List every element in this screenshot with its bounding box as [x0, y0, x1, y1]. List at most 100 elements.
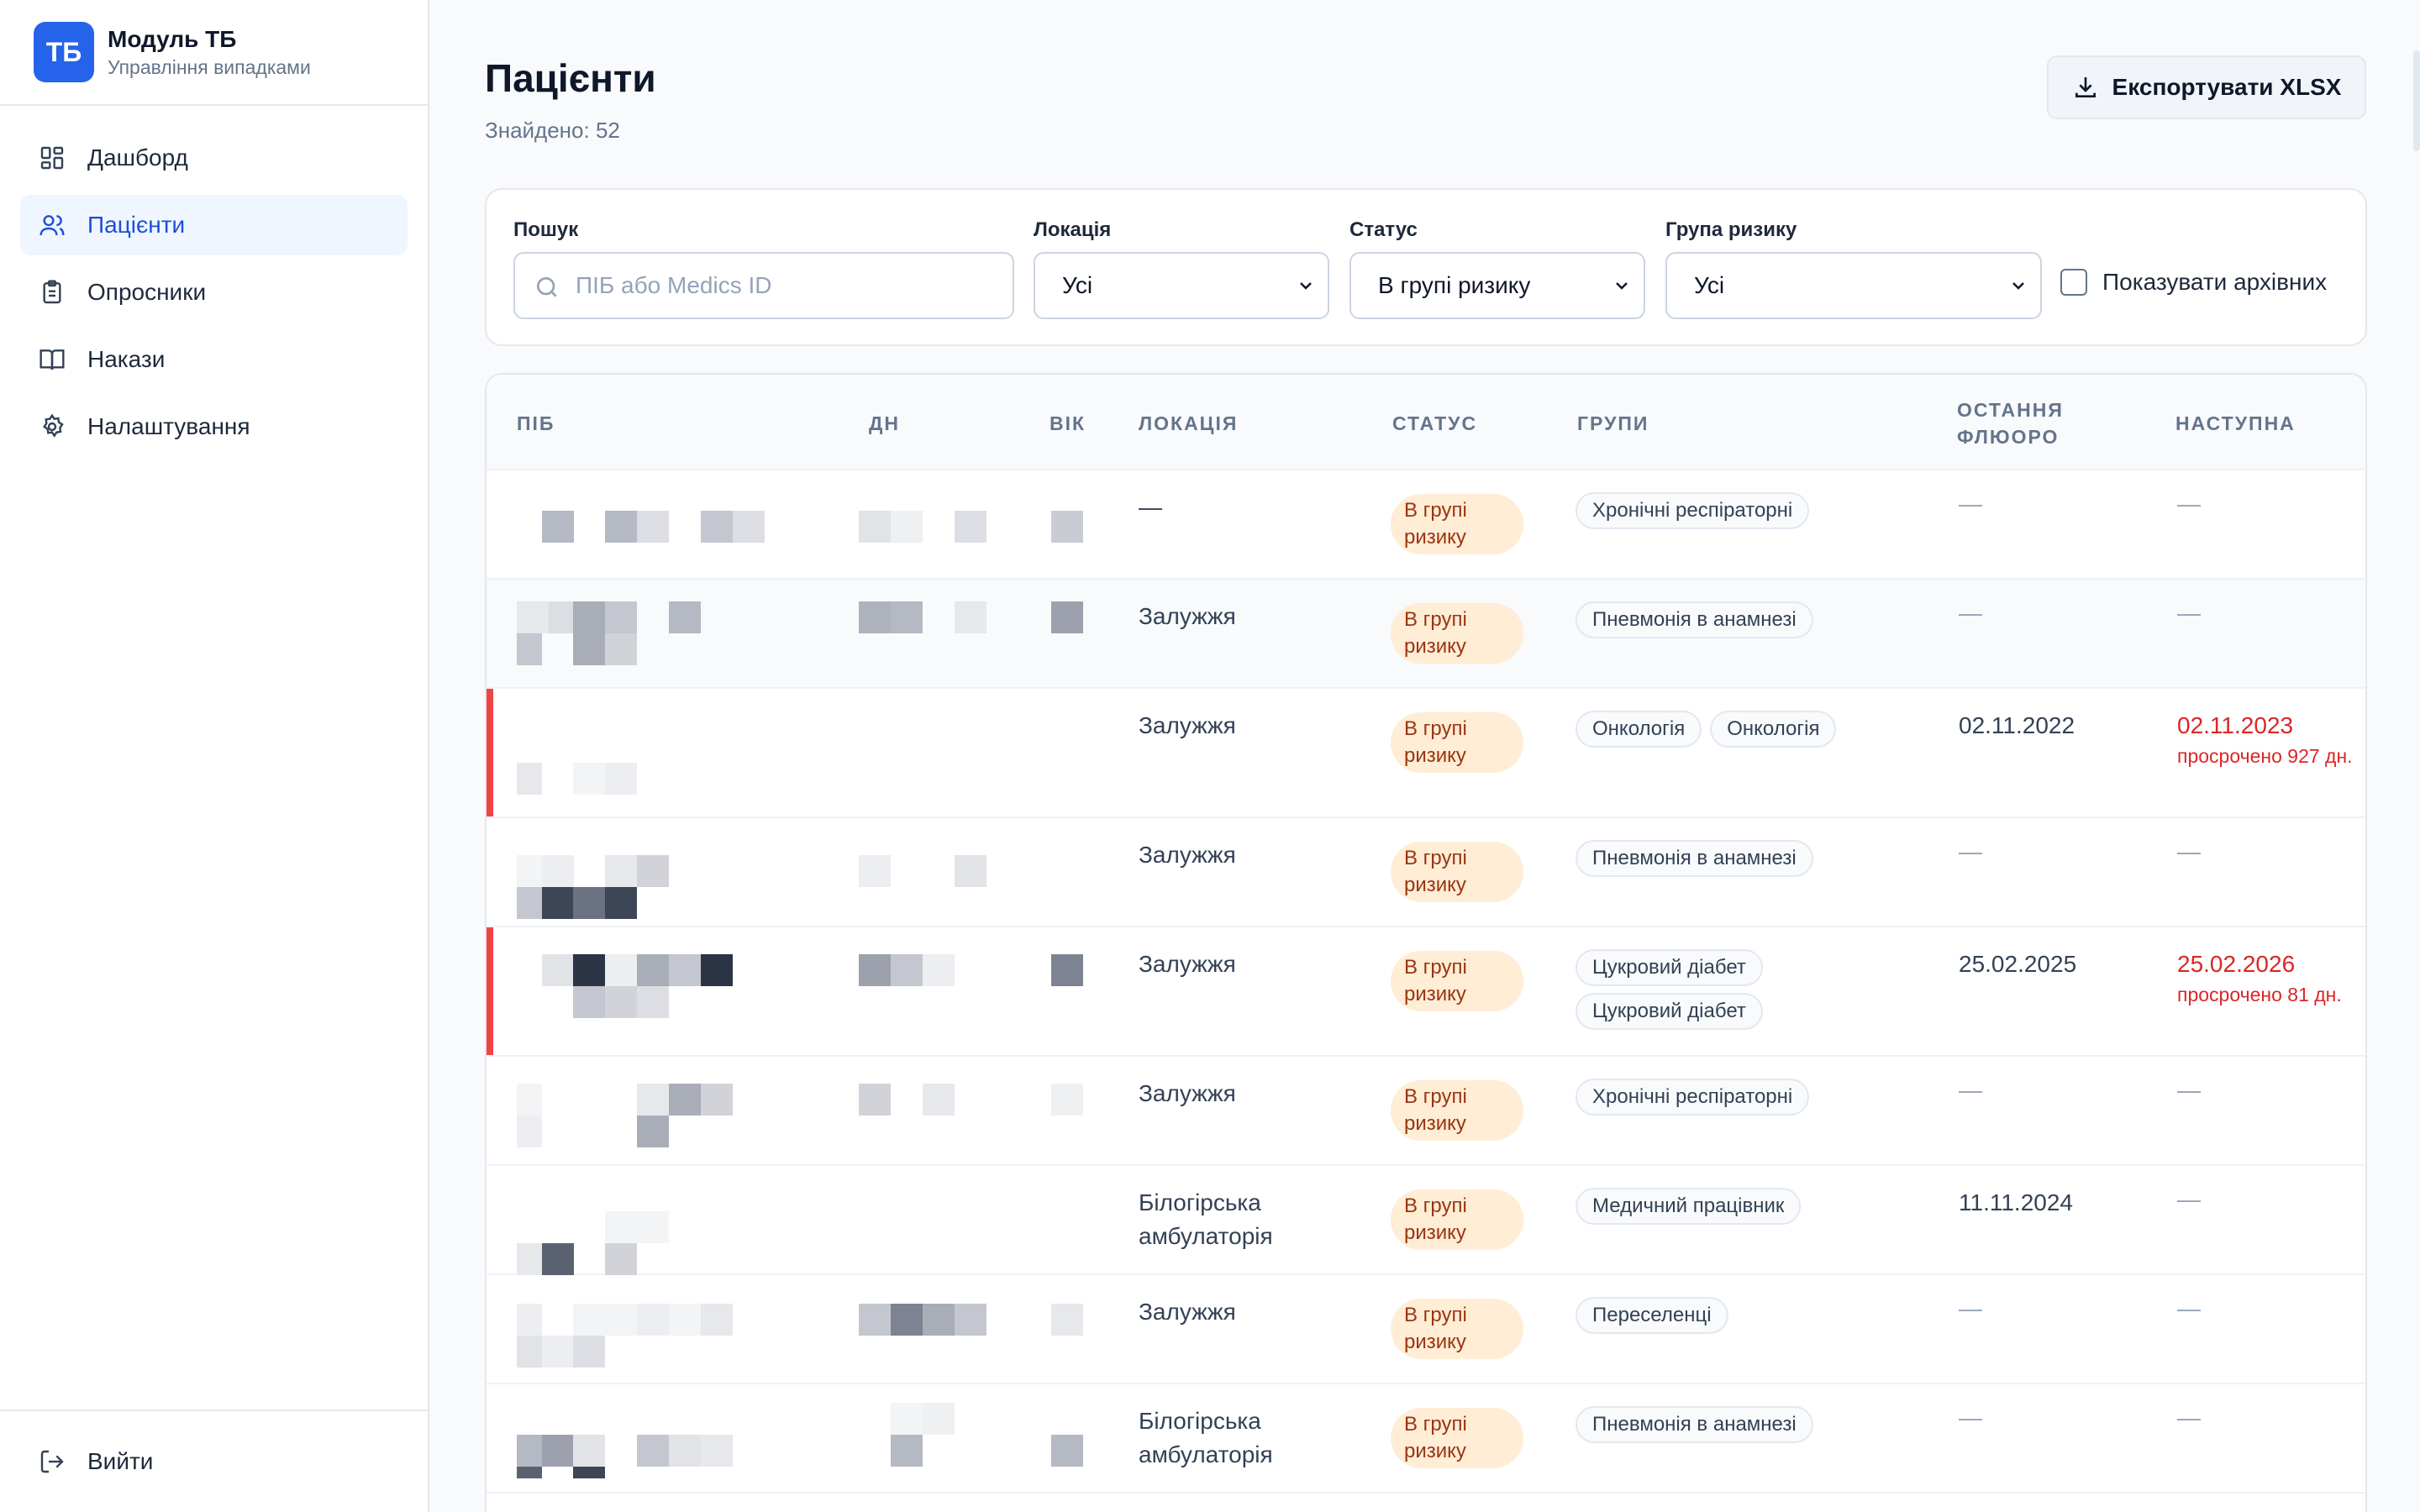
groups-cell: Медичний працівник — [1576, 1188, 1945, 1225]
col-location[interactable]: ЛОКАЦІЯ — [1139, 410, 1238, 437]
table-row[interactable]: Залужжя В групі ризику Хронічні респірато… — [487, 1057, 2365, 1166]
table-row[interactable]: Залужжя В групі ризику Пневмонія в анамне… — [487, 818, 2365, 927]
logout-icon — [40, 1450, 64, 1473]
risk-group-label: Група ризику — [1665, 218, 1797, 241]
next-xray-cell: 02.11.2023 просрочено 927 дн. — [2177, 709, 2354, 769]
status-line2: ризику — [1404, 1331, 1466, 1353]
overdue-text: просрочено 927 дн. — [2177, 745, 2353, 767]
status-line2: ризику — [1404, 1112, 1466, 1135]
next-xray-cell: — — [2177, 1295, 2201, 1321]
clipboard-icon — [43, 280, 61, 304]
sidebar-item-questionnaires[interactable]: Опросники — [20, 262, 408, 323]
group-tag: Онкологія — [1710, 711, 1837, 748]
status-line1: В групі — [1404, 717, 1467, 740]
sidebar-item-label: Опросники — [87, 279, 207, 305]
location-cell: Білогірська амбулаторія — [1139, 1189, 1273, 1249]
col-groups[interactable]: ГРУПИ — [1577, 410, 1649, 437]
show-archived-toggle[interactable]: Показувати архівних — [2060, 269, 2327, 296]
groups-cell: Хронічні респіраторні — [1576, 492, 1945, 529]
status-badge: В групі ризику — [1391, 603, 1523, 664]
brand: ТБ Модуль ТБ Управління випадками — [0, 0, 428, 106]
group-tag: Переселенці — [1576, 1297, 1728, 1334]
table-row[interactable]: Білогірська амбулаторія В групі ризику Ме… — [487, 1166, 2365, 1275]
sidebar-item-label: Накази — [87, 346, 166, 372]
last-xray-cell: — — [1959, 491, 1982, 517]
table-row[interactable]: Залужжя В групі ризику Цукровий діабет Цу… — [487, 927, 2365, 1057]
last-xray-cell: — — [1959, 1404, 1982, 1431]
col-last-xray-line1: ОСТАННЯ — [1957, 399, 2064, 421]
sidebar-item-label: Налаштування — [87, 413, 250, 439]
status-line1: В групі — [1404, 1304, 1467, 1326]
col-last-xray-line2: ФЛЮОРО — [1957, 426, 2060, 448]
status-line2: ризику — [1404, 526, 1466, 549]
table-row[interactable]: Залужжя В групі ризику Переселенці — — — [487, 1275, 2365, 1384]
status-value: В групі ризику — [1378, 272, 1531, 298]
col-name[interactable]: ПІБ — [517, 410, 555, 437]
results-count: Знайдено: 52 — [485, 118, 620, 143]
status-select[interactable]: В групі ризику — [1349, 252, 1645, 319]
col-last-xray[interactable]: ОСТАННЯ ФЛЮОРО — [1957, 396, 2064, 450]
groups-cell: Цукровий діабет Цукровий діабет — [1576, 949, 1945, 1030]
group-tag: Хронічні респіраторні — [1576, 492, 1810, 529]
status-badge: В групі ризику — [1391, 494, 1523, 554]
group-tag: Пневмонія в анамнезі — [1576, 601, 1813, 638]
group-tag: Медичний працівник — [1576, 1188, 1802, 1225]
col-dob[interactable]: ДН — [869, 410, 900, 437]
col-next[interactable]: НАСТУПНА — [2175, 410, 2296, 437]
location-cell: Білогірська амбулаторія — [1139, 1408, 1273, 1467]
next-xray-cell: — — [2177, 1404, 2201, 1431]
location-select[interactable]: Усі — [1034, 252, 1329, 319]
group-tag: Пневмонія в анамнезі — [1576, 1406, 1813, 1443]
status-badge: В групі ризику — [1391, 1299, 1523, 1359]
group-tag: Цукровий діабет — [1576, 993, 1763, 1030]
groups-cell: Онкологія Онкологія — [1576, 711, 1945, 748]
col-status[interactable]: СТАТУС — [1392, 410, 1477, 437]
status-line1: В групі — [1404, 608, 1467, 631]
show-archived-checkbox[interactable] — [2060, 269, 2087, 296]
risk-group-value: Усі — [1694, 272, 1725, 298]
sidebar-item-dashboard[interactable]: Дашборд — [20, 128, 408, 188]
status-line2: ризику — [1404, 1440, 1466, 1462]
location-cell: Залужжя — [1139, 603, 1236, 629]
logout-label: Вийти — [87, 1448, 154, 1474]
last-xray-cell: 25.02.2025 — [1959, 951, 2077, 977]
users-icon — [39, 215, 65, 236]
last-xray-cell: — — [1959, 1295, 1982, 1321]
page-scrollbar[interactable] — [2413, 50, 2420, 151]
last-xray-cell: — — [1959, 838, 1982, 864]
sidebar-item-orders[interactable]: Накази — [20, 329, 408, 390]
book-icon — [39, 349, 65, 370]
table-row[interactable]: Залужжя В групі ризику Онкологія Онкологія… — [487, 689, 2365, 818]
status-line2: ризику — [1404, 874, 1466, 896]
table-row[interactable]: — В групі ризику Хронічні респіраторні — … — [487, 470, 2365, 580]
export-xlsx-button[interactable]: Експортувати XLSX — [2047, 55, 2366, 119]
location-cell: Залужжя — [1139, 1080, 1236, 1106]
sidebar-item-settings[interactable]: Налаштування — [20, 396, 408, 457]
age-pixelated — [1051, 1084, 1083, 1116]
brand-text: Модуль ТБ Управління випадками — [108, 24, 311, 80]
group-tag: Цукровий діабет — [1576, 949, 1763, 986]
table-row[interactable]: Білогірська амбулаторія В групі ризику Пн… — [487, 1384, 2365, 1494]
last-xray-cell: 11.11.2024 — [1959, 1189, 2073, 1215]
sidebar-item-patients[interactable]: Пацієнти — [20, 195, 408, 255]
status-line2: ризику — [1404, 1221, 1466, 1244]
logout-button[interactable]: Вийти — [20, 1431, 408, 1492]
status-badge: В групі ризику — [1391, 1080, 1523, 1141]
sidebar-item-label: Пацієнти — [87, 212, 186, 238]
age-pixelated — [1051, 511, 1083, 543]
next-xray-cell: — — [2177, 600, 2201, 626]
groups-cell: Пневмонія в анамнезі — [1576, 840, 1945, 877]
status-label: Статус — [1349, 218, 1418, 241]
col-age[interactable]: ВІК — [1050, 410, 1086, 437]
location-label: Локація — [1034, 218, 1112, 241]
group-tag: Пневмонія в анамнезі — [1576, 840, 1813, 877]
show-archived-label: Показувати архівних — [2102, 269, 2328, 295]
sidebar-footer: Вийти — [0, 1410, 428, 1512]
risk-group-select[interactable]: Усі — [1665, 252, 2042, 319]
table-row[interactable]: Залужжя В групі ризику Пневмонія в анамне… — [487, 580, 2365, 689]
group-tag: Онкологія — [1576, 711, 1702, 748]
page-title: Пацієнти — [485, 56, 656, 100]
brand-subtitle: Управління випадками — [108, 56, 311, 78]
search-input[interactable]: ПІБ або Medics ID — [513, 252, 1014, 319]
chevron-down-icon — [1300, 282, 1312, 290]
